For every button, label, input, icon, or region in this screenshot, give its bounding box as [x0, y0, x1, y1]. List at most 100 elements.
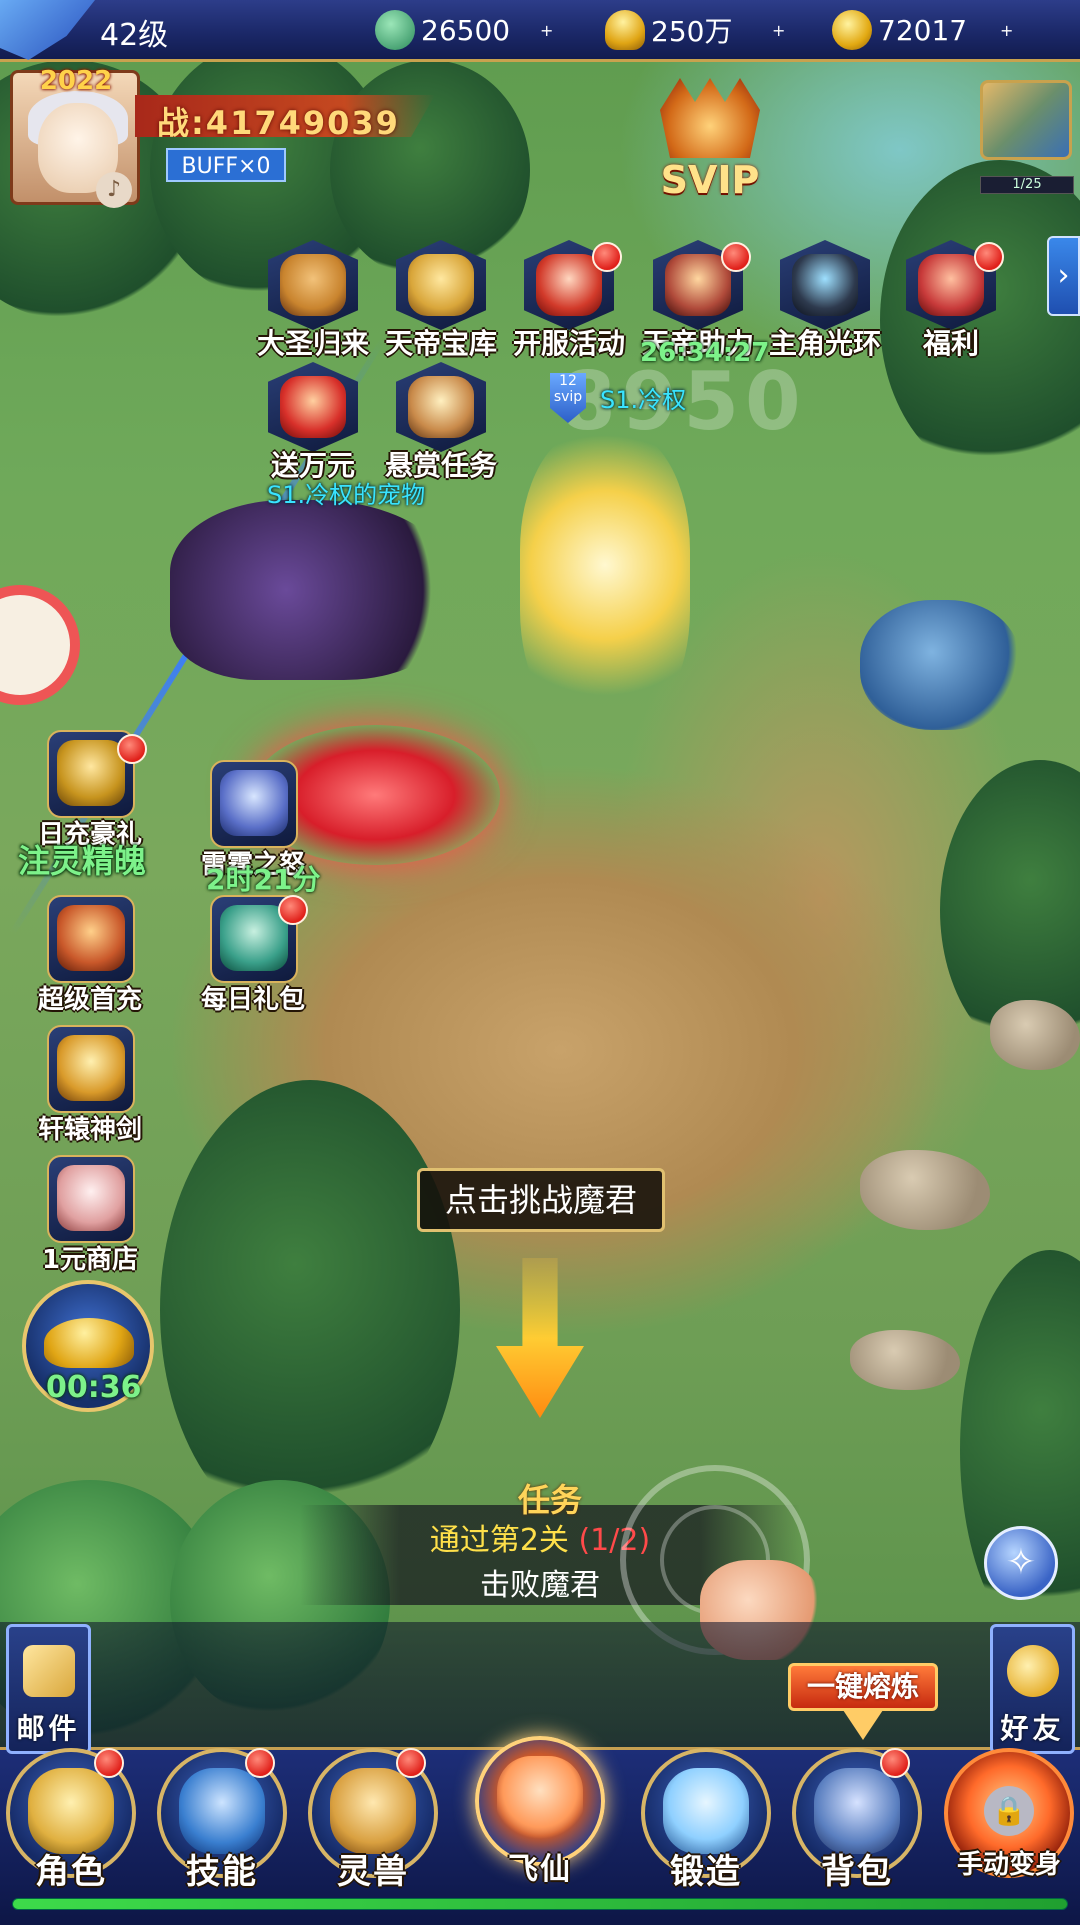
- svip-button[interactable]: SVIP: [650, 78, 770, 202]
- pet-beast[interactable]: [170, 500, 460, 680]
- activity-monkey-king[interactable]: 大圣归来: [257, 240, 369, 360]
- nav-label: 飞仙: [508, 1852, 572, 1887]
- coin-icon: [832, 10, 872, 50]
- pine-tree: [160, 1080, 460, 1540]
- thunder-timer: 2时21分: [206, 863, 321, 896]
- player-hero[interactable]: [520, 430, 690, 730]
- fortune-bag-icon: [918, 254, 984, 316]
- side-one-yuan-shop[interactable]: 1元商店: [35, 1155, 145, 1275]
- experience-bar: [12, 1898, 1068, 1910]
- coin-value: 72017: [878, 13, 968, 47]
- side-super-first-recharge[interactable]: 超级首充: [35, 895, 145, 1015]
- nav-forge[interactable]: 锻造: [637, 1748, 775, 1898]
- daily-gift-bag-icon: [220, 905, 288, 971]
- friends-icon: [1007, 1645, 1059, 1697]
- notification-dot: [94, 1748, 124, 1778]
- nav-character[interactable]: 角色: [2, 1748, 140, 1898]
- mail-label: 邮件: [16, 1712, 81, 1745]
- forge-hammer-icon: [663, 1768, 749, 1854]
- notification-dot: [880, 1748, 910, 1778]
- enemy-monster[interactable]: [860, 600, 1020, 730]
- svip-label: SVIP: [660, 158, 760, 202]
- activity-hero-halo[interactable]: 主角光环: [769, 240, 881, 360]
- spirit-dragon-icon: [330, 1768, 416, 1854]
- activity-welfare[interactable]: 福利: [896, 240, 1006, 360]
- top-resource-bar: 42级 26500 + 250万 + 72017 +: [0, 0, 1080, 62]
- map-progress: 1/25: [980, 176, 1074, 194]
- friends-label: 好友: [1000, 1712, 1065, 1745]
- gold-ingot-value: 250万: [651, 15, 733, 48]
- side-label: 轩辕神剑: [37, 1115, 142, 1145]
- nav-label: 技能: [186, 1852, 258, 1892]
- rock: [860, 1150, 990, 1230]
- first-recharge-chest-icon: [57, 905, 125, 971]
- nav-skills[interactable]: 技能: [153, 1748, 291, 1898]
- side-daily-recharge[interactable]: 日充豪礼: [35, 730, 147, 850]
- combat-power-banner: 战:41749039: [135, 95, 435, 137]
- activity-sky-treasury[interactable]: 天帝宝库: [385, 240, 497, 360]
- activity-label: 福利: [922, 327, 979, 360]
- ascend-immortal-icon: [497, 1756, 583, 1842]
- crown-icon: [660, 78, 760, 158]
- hero-halo-icon: [792, 254, 858, 316]
- treasure-beast-icon: [408, 254, 474, 316]
- svip-level-text: svip: [553, 389, 583, 405]
- activity-open-server[interactable]: 开服活动: [513, 240, 625, 360]
- spirit-infusion-label: 注灵精魄: [18, 842, 147, 880]
- quest-objective-text: 通过第2关: [429, 1523, 569, 1558]
- mail-icon: [23, 1645, 75, 1697]
- activity-send-money[interactable]: 送万元: [258, 362, 368, 482]
- mail-button[interactable]: 邮件: [6, 1624, 91, 1754]
- side-divine-sword[interactable]: 轩辕神剑: [35, 1025, 145, 1145]
- skill-book-icon: [179, 1768, 265, 1854]
- nav-backpack[interactable]: 背包: [788, 1748, 926, 1898]
- jade-icon: [375, 10, 415, 50]
- notification-dot: [117, 734, 147, 764]
- side-label: 1元商店: [41, 1245, 139, 1275]
- buff-counter[interactable]: BUFF×0: [166, 148, 286, 182]
- year-badge: 2022: [39, 66, 113, 96]
- minimap-button[interactable]: [980, 80, 1072, 160]
- resource-coin: 72017: [832, 8, 967, 52]
- sky-emperor-icon: [665, 254, 731, 316]
- open-server-icon: [536, 254, 602, 316]
- notification-dot: [278, 895, 308, 925]
- activity-label: 开服活动: [512, 327, 625, 360]
- add-gold-ingot-button[interactable]: +: [772, 8, 785, 52]
- notification-dot: [974, 242, 1004, 272]
- gold-timer: 00:36: [46, 1370, 142, 1405]
- side-label: 每日礼包: [200, 985, 305, 1015]
- notification-dot: [721, 242, 751, 272]
- dragon-emblem-icon: [0, 0, 95, 60]
- auto-path-button[interactable]: ✧: [984, 1526, 1058, 1600]
- nav-manual-transform[interactable]: 🔒 手动变身: [940, 1748, 1078, 1898]
- backpack-armor-icon: [814, 1768, 900, 1854]
- bounty-scroll-icon: [408, 376, 474, 438]
- player-level: 42级: [100, 18, 169, 53]
- add-coin-button[interactable]: +: [1000, 8, 1013, 52]
- side-label: 超级首充: [37, 985, 142, 1015]
- friends-button[interactable]: 好友: [990, 1624, 1075, 1754]
- nav-ascend[interactable]: 飞仙: [471, 1736, 609, 1887]
- one-click-smelt-button[interactable]: 一键熔炼: [788, 1663, 938, 1711]
- nav-label: 角色: [35, 1852, 107, 1892]
- activity-bounty-task[interactable]: 悬赏任务: [385, 362, 497, 482]
- monkey-king-icon: [280, 254, 346, 316]
- speaker-icon[interactable]: ♪: [96, 172, 132, 208]
- expand-arrow-button[interactable]: ›: [1047, 236, 1080, 316]
- lock-icon: 🔒: [984, 1786, 1034, 1836]
- side-daily-gift[interactable]: 每日礼包: [198, 895, 308, 1015]
- notification-dot: [592, 242, 622, 272]
- jade-value: 26500: [421, 13, 511, 47]
- gold-ingot-icon: [44, 1318, 134, 1368]
- nav-spirit-beast[interactable]: 灵兽: [304, 1748, 442, 1898]
- notification-dot: [396, 1748, 426, 1778]
- nav-label: 灵兽: [337, 1852, 409, 1892]
- challenge-boss-prompt[interactable]: 点击挑战魔君: [417, 1168, 665, 1232]
- add-jade-button[interactable]: +: [540, 8, 553, 52]
- notification-dot: [245, 1748, 275, 1778]
- resource-gold-ingot: 250万: [605, 8, 732, 52]
- thunder-wrath-icon: [220, 770, 288, 836]
- pet-name-tag: S1.冷权的宠物: [267, 481, 426, 509]
- gift-box-shop-icon: [57, 1165, 125, 1231]
